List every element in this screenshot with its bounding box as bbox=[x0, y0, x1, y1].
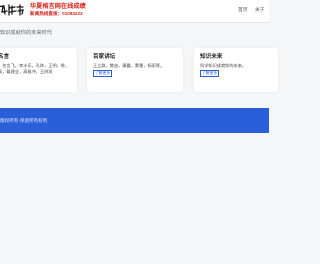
brand-title: 华夏格言网在线成绩 bbox=[30, 3, 86, 10]
learn-more-button[interactable]: 了解更多 bbox=[200, 70, 220, 77]
card-description: ，名言飞，李水乐，孔阵，王明，陈，高，戴建业，高雅冲，王树润 bbox=[0, 63, 70, 74]
learn-more-button[interactable]: 了解更多 bbox=[93, 70, 113, 77]
card-title: 百家讲坛 bbox=[93, 54, 116, 60]
footer-copyright: 版权所有·保留所有权利 bbox=[0, 118, 48, 123]
card-knowledge-future: 知识未来 科学知识成就你的未来。 了解更多 bbox=[194, 48, 278, 92]
site-logo-icon[interactable] bbox=[0, 3, 25, 17]
nav-home-link[interactable]: 首页 bbox=[238, 8, 248, 14]
site-header: 华夏格言网在线成绩 新闻热线直拨：01083223 首页 关于 bbox=[0, 0, 269, 22]
intro-text: 知识成就你的未来时代 bbox=[0, 30, 52, 36]
card-quotes: 名言 ，名言飞，李水乐，孔阵，王明，陈，高，戴建业，高雅冲，王树润 bbox=[0, 48, 77, 92]
nav-about-link[interactable]: 关于 bbox=[255, 8, 265, 14]
card-title: 知识未来 bbox=[200, 54, 223, 60]
card-title: 名言 bbox=[0, 54, 10, 60]
card-description: 科学知识成就你的未来。 bbox=[200, 63, 247, 68]
brand-hotline: 新闻热线直拨：01083223 bbox=[30, 10, 83, 16]
card-lecture-room: 百家讲坛 王立群，樊迪，康震，蒙曼，杨雨等。 了解更多 bbox=[87, 48, 183, 92]
header-divider bbox=[0, 22, 269, 23]
site-footer: 版权所有·保留所有权利 bbox=[0, 108, 269, 133]
card-description: 王立群，樊迪，康震，蒙曼，杨雨等。 bbox=[93, 63, 165, 68]
